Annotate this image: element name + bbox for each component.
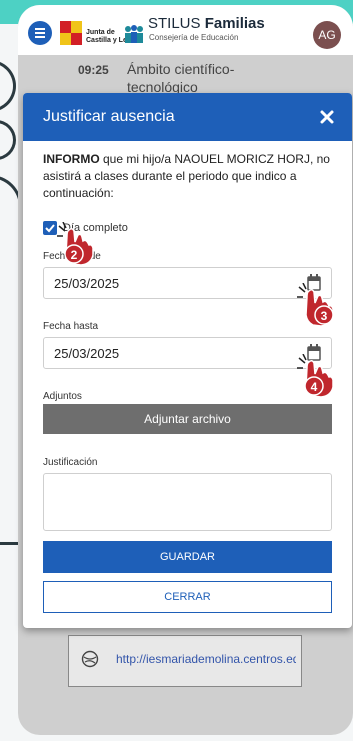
dialog-title: Justificar ausencia bbox=[43, 108, 175, 125]
school-link[interactable]: http://iesmariademolina.centros.educa bbox=[116, 652, 296, 666]
pointer-hand-marker: 4 bbox=[297, 354, 334, 398]
jcyl-logo-icon bbox=[60, 21, 82, 45]
avatar[interactable]: AG bbox=[313, 21, 341, 49]
globe-icon bbox=[81, 650, 99, 668]
close-icon[interactable] bbox=[316, 106, 338, 128]
dialog-intro-text: INFORMO que mi hijo/a NAOUEL MORICZ HORJ… bbox=[43, 152, 330, 200]
school-link-card: http://iesmariademolina.centros.educa bbox=[68, 635, 302, 687]
date-from-field[interactable]: 25/03/2025 bbox=[43, 267, 332, 299]
attach-file-button[interactable]: Adjuntar archivo bbox=[43, 404, 332, 434]
family-icon bbox=[125, 25, 143, 43]
dialog-header: Justificar ausencia bbox=[23, 93, 352, 141]
app-header: Junta de Castilla y León STILUS Familias… bbox=[18, 5, 353, 55]
menu-button[interactable] bbox=[28, 21, 52, 45]
app-title: STILUS Familias bbox=[148, 15, 265, 32]
schedule-subject: Ámbito científico- tecnológico bbox=[127, 61, 235, 95]
date-from-value: 25/03/2025 bbox=[54, 276, 120, 291]
step-marker-4: 4 bbox=[311, 380, 318, 394]
schedule-time: 09:25 bbox=[78, 63, 109, 77]
pointer-hand-marker: 3 bbox=[297, 283, 334, 327]
date-to-value: 25/03/2025 bbox=[54, 346, 120, 361]
attachments-label: Adjuntos bbox=[43, 391, 82, 402]
date-to-field[interactable]: 25/03/2025 bbox=[43, 337, 332, 369]
pointer-hand-marker: 2 bbox=[57, 222, 94, 266]
close-button[interactable]: CERRAR bbox=[43, 581, 332, 613]
app-subtitle: Consejería de Educación bbox=[149, 33, 239, 42]
save-button[interactable]: GUARDAR bbox=[43, 541, 332, 573]
justification-textarea[interactable] bbox=[43, 473, 332, 531]
date-to-label: Fecha hasta bbox=[43, 321, 99, 332]
step-marker-3: 3 bbox=[321, 309, 328, 323]
step-marker-2: 2 bbox=[71, 248, 78, 262]
justification-label: Justificación bbox=[43, 457, 98, 468]
